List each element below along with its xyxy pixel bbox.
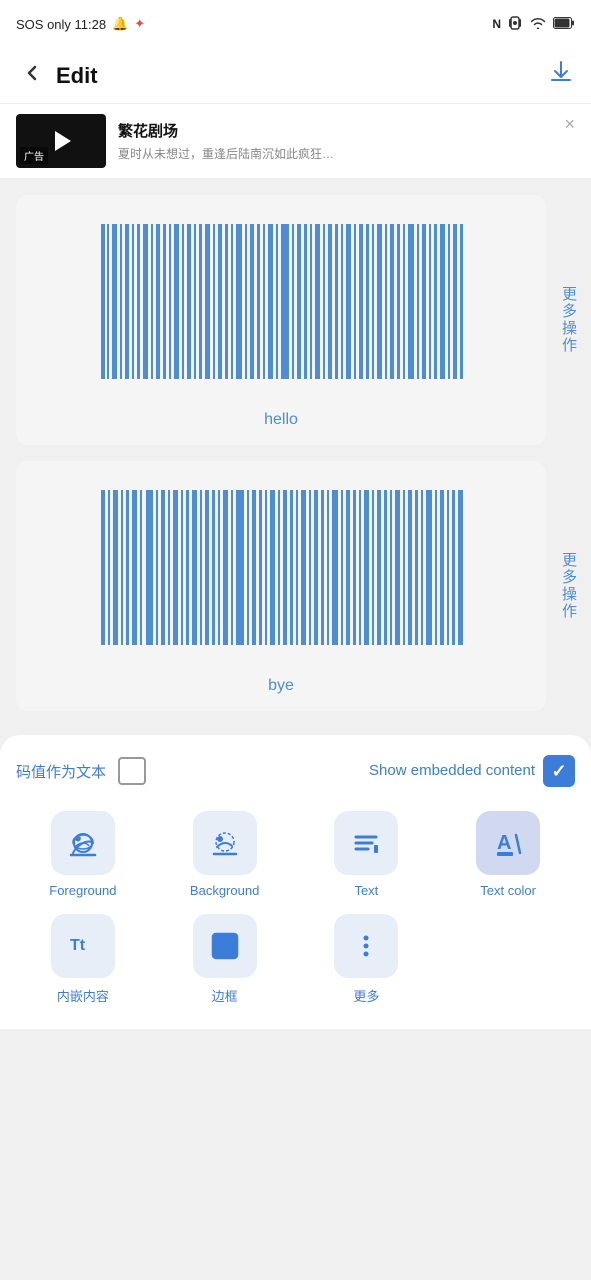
- tool-grid-row2: Tt 内嵌内容 边框: [16, 914, 575, 1005]
- more-action-button-2[interactable]: 更多操作: [546, 544, 591, 628]
- tool-embedded[interactable]: Tt 内嵌内容: [16, 914, 150, 1005]
- barcode-image-1: [32, 219, 530, 399]
- show-embedded-option: Show embedded content: [369, 755, 575, 787]
- vibrate-icon: [507, 15, 523, 34]
- ad-info: 繁花剧场 夏时从未想过，重逢后陆南沉如此疯狂…: [118, 120, 575, 162]
- more-action-button-1[interactable]: 更多操作: [546, 278, 591, 362]
- text-color-icon: A: [492, 827, 524, 859]
- barcode-label-2: bye: [268, 677, 294, 695]
- show-embedded-label: Show embedded content: [369, 761, 535, 781]
- embedded-icon-box: Tt: [51, 914, 115, 978]
- top-bar: Edit: [0, 48, 591, 104]
- wifi-icon: [529, 16, 547, 33]
- status-right: N: [492, 15, 575, 34]
- tool-foreground[interactable]: Foreground: [16, 811, 150, 898]
- tool-text[interactable]: Text: [300, 811, 434, 898]
- code-as-text-checkbox[interactable]: [118, 757, 146, 785]
- status-left: SOS only 11:28 🔔 ✦: [16, 16, 145, 32]
- border-icon: [209, 930, 241, 962]
- play-icon: [55, 131, 71, 151]
- back-button[interactable]: [16, 57, 48, 95]
- border-icon-box: [193, 914, 257, 978]
- status-bar: SOS only 11:28 🔔 ✦ N: [0, 0, 591, 48]
- foreground-icon: [67, 827, 99, 859]
- more-label: 更多: [353, 986, 379, 1005]
- sos-text: SOS only 11:28: [16, 17, 106, 32]
- svg-text:A: A: [497, 832, 511, 854]
- barcode-image-2: [32, 485, 530, 665]
- tt-icon: Tt: [67, 930, 99, 962]
- barcode-row-2: bye 更多操作: [0, 461, 591, 711]
- text-color-icon-box: A: [476, 811, 540, 875]
- battery-icon: [553, 17, 575, 32]
- text-icon: [350, 827, 382, 859]
- barcode-row-1: hello 更多操作: [0, 195, 591, 445]
- dots-icon: [350, 930, 382, 962]
- tool-border[interactable]: 边框: [158, 914, 292, 1005]
- barcode-card-1: hello: [16, 195, 546, 445]
- embedded-label: 内嵌内容: [57, 986, 109, 1005]
- foreground-label: Foreground: [49, 883, 116, 898]
- background-icon: [209, 827, 241, 859]
- code-as-text-label: 码值作为文本: [16, 761, 106, 782]
- main-area: hello 更多操作: [0, 179, 591, 727]
- download-button[interactable]: [547, 58, 575, 93]
- bottom-sheet: 码值作为文本 Show embedded content: [0, 735, 591, 1029]
- tool-grid-row1: Foreground Background: [16, 811, 575, 898]
- background-icon-box: [193, 811, 257, 875]
- page-title: Edit: [56, 63, 98, 89]
- bell-icon: 🔔: [112, 16, 128, 32]
- barcode-card-2: bye: [16, 461, 546, 711]
- ad-title: 繁花剧场: [118, 120, 575, 141]
- background-label: Background: [190, 883, 259, 898]
- ad-banner: 广告 繁花剧场 夏时从未想过，重逢后陆南沉如此疯狂… ×: [0, 104, 591, 179]
- tool-more[interactable]: 更多: [300, 914, 434, 1005]
- text-icon-box: [334, 811, 398, 875]
- text-label: Text: [354, 883, 378, 898]
- options-row: 码值作为文本 Show embedded content: [16, 755, 575, 787]
- show-embedded-checkbox[interactable]: [543, 755, 575, 787]
- code-as-text-option: 码值作为文本: [16, 757, 146, 785]
- border-label: 边框: [212, 986, 238, 1005]
- ad-thumbnail: 广告: [16, 114, 106, 168]
- more-icon-box: [334, 914, 398, 978]
- ad-label: 广告: [20, 147, 48, 164]
- tool-text-color[interactable]: A Text color: [441, 811, 575, 898]
- barcode-label-1: hello: [264, 411, 298, 429]
- svg-text:Tt: Tt: [70, 937, 86, 954]
- ad-close-button[interactable]: ×: [564, 114, 575, 135]
- nfc-icon: N: [492, 17, 501, 31]
- text-color-label: Text color: [480, 883, 536, 898]
- ad-description: 夏时从未想过，重逢后陆南沉如此疯狂…: [118, 145, 418, 162]
- tool-background[interactable]: Background: [158, 811, 292, 898]
- star-icon: ✦: [134, 16, 145, 32]
- foreground-icon-box: [51, 811, 115, 875]
